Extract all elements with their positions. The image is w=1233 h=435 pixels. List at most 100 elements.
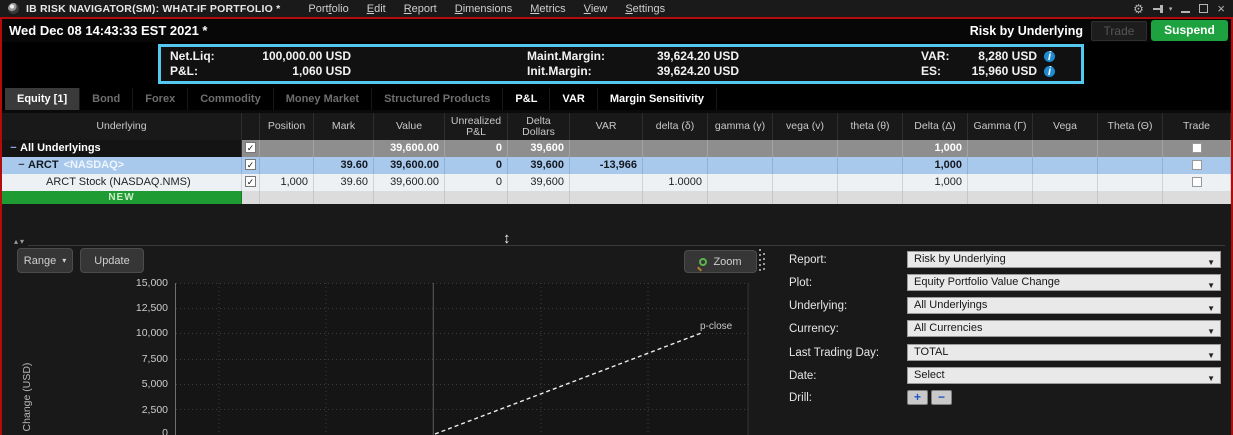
menu-edit[interactable]: Edit [367, 3, 386, 15]
trade-checkbox[interactable] [1191, 177, 1202, 187]
col-header-gamma-lc[interactable]: gamma (γ) [708, 113, 773, 140]
drill-expand-button[interactable]: + [907, 390, 928, 405]
app-window: IB RISK NAVIGATOR(SM): WHAT-IF PORTFOLIO… [0, 0, 1233, 435]
menu-metrics[interactable]: Metrics [530, 3, 565, 15]
netliq-label: Net.Liq: [170, 49, 215, 63]
menu-dimensions[interactable]: Dimensions [455, 3, 512, 15]
col-header-trade[interactable]: Trade [1163, 113, 1231, 140]
col-header-underlying[interactable]: Underlying [2, 113, 242, 140]
col-header-delta-uc[interactable]: Delta (Δ) [903, 113, 968, 140]
menu-portfolio[interactable]: Portfolio [308, 3, 348, 15]
col-header-var[interactable]: VAR [570, 113, 643, 140]
settings-gear-icon[interactable]: ⚙ [1133, 3, 1144, 15]
chevron-down-icon: ▼ [1207, 351, 1215, 360]
tab-pnl[interactable]: P&L [503, 88, 551, 110]
underlying-select[interactable]: All Underlyings ▼ [907, 297, 1221, 314]
y-tick: 0 [162, 427, 168, 435]
tab-structured-products[interactable]: Structured Products [372, 88, 504, 110]
pin-caret-icon[interactable]: ▾ [1169, 5, 1173, 13]
cell-unrealized-pl: 0 [445, 174, 508, 191]
new-row-button[interactable]: NEW [2, 191, 242, 205]
underlying-label: Underlying: [789, 300, 848, 312]
row-checkbox[interactable]: ✓ [245, 142, 256, 153]
es-value: 15,960 USD [971, 64, 1037, 78]
date-label: Date: [789, 370, 817, 382]
tab-bond[interactable]: Bond [80, 88, 134, 110]
col-header-unrealized-pl[interactable]: Unrealized P&L [445, 113, 508, 140]
table-row-arct-stock[interactable]: ARCT Stock (NASDAQ.NMS) ✓ 1,000 39.60 39… [2, 174, 1231, 191]
chevron-down-icon: ▼ [1207, 374, 1215, 383]
pl-line [434, 331, 704, 435]
date-select[interactable]: Select ▼ [907, 367, 1221, 384]
table-row-all-underlyings[interactable]: − All Underlyings ✓ 39,600.00 0 39,600 1,… [2, 140, 1231, 157]
chevron-down-icon: ▼ [1207, 304, 1215, 313]
pnl-label: P&L: [170, 64, 198, 78]
plot-label: Plot: [789, 277, 813, 289]
col-header-delta-lc[interactable]: delta (δ) [643, 113, 708, 140]
chevron-down-icon: ▼ [1207, 258, 1215, 267]
col-header-theta-uc[interactable]: Theta (Θ) [1098, 113, 1163, 140]
menu-view[interactable]: View [584, 3, 608, 15]
maint-margin-label: Maint.Margin: [527, 49, 605, 63]
suspend-button[interactable]: Suspend [1151, 20, 1228, 41]
pin-icon[interactable] [1152, 3, 1166, 15]
col-header-delta-dollars[interactable]: Delta Dollars [508, 113, 570, 140]
row-checkbox[interactable]: ✓ [245, 159, 256, 170]
cell-delta-dollars: 39,600 [508, 157, 570, 174]
row-checkbox[interactable]: ✓ [245, 176, 256, 187]
close-icon[interactable]: × [1217, 2, 1225, 15]
tab-forex[interactable]: Forex [133, 88, 189, 110]
pane-splitter[interactable] [28, 245, 1225, 246]
collapse-icon[interactable]: − [7, 140, 20, 157]
pnl-value: 1,060 USD [292, 64, 351, 78]
init-margin-label: Init.Margin: [527, 64, 592, 78]
tab-equity[interactable]: Equity [1] [5, 88, 81, 110]
menu-settings[interactable]: Settings [625, 3, 665, 15]
col-header-position[interactable]: Position [260, 113, 314, 140]
drill-collapse-button[interactable]: − [931, 390, 952, 405]
pnl-chart-plot[interactable] [175, 283, 749, 435]
collapse-icon[interactable]: − [15, 157, 28, 174]
trade-checkbox[interactable] [1191, 160, 1202, 170]
cell-value: 39,600.00 [374, 157, 445, 174]
asset-class-tabs: Equity [1] Bond Forex Commodity Money Ma… [2, 86, 1231, 110]
plot-select[interactable]: Equity Portfolio Value Change ▼ [907, 274, 1221, 291]
maximize-icon[interactable] [1199, 4, 1209, 13]
pane-divider-handle[interactable] [763, 253, 765, 271]
main-content: Wed Dec 08 14:43:33 EST 2021 * Risk by U… [0, 17, 1233, 435]
tab-commodity[interactable]: Commodity [188, 88, 274, 110]
table-row-arct[interactable]: − ARCT <NASDAQ> ✓ 39.60 39,600.00 0 39,600… [2, 157, 1231, 174]
table-row-new[interactable]: NEW [2, 191, 1231, 205]
tab-money-market[interactable]: Money Market [274, 88, 373, 110]
es-info-icon[interactable]: i [1044, 65, 1055, 77]
col-header-gamma-uc[interactable]: Gamma (Γ) [968, 113, 1033, 140]
cell-unrealized-pl: 0 [445, 140, 508, 157]
var-value: 8,280 USD [978, 49, 1037, 63]
tab-margin-sensitivity[interactable]: Margin Sensitivity [598, 88, 717, 110]
pane-divider-handle[interactable] [759, 249, 761, 271]
menu-bar: Portfolio Edit Report Dimensions Metrics… [308, 3, 665, 15]
col-header-vega-uc[interactable]: Vega [1033, 113, 1098, 140]
splitter-collapse-icon[interactable]: ▴▾ [14, 237, 26, 246]
last-trading-day-select[interactable]: TOTAL ▼ [907, 344, 1221, 361]
trade-checkbox[interactable] [1191, 143, 1202, 153]
cell-unrealized-pl: 0 [445, 157, 508, 174]
update-button[interactable]: Update [80, 248, 144, 273]
last-trading-day-label: Last Trading Day: [789, 347, 880, 359]
tab-var[interactable]: VAR [550, 88, 598, 110]
zoom-button[interactable]: Zoom [684, 250, 757, 273]
report-select[interactable]: Risk by Underlying ▼ [907, 251, 1221, 268]
menu-report[interactable]: Report [404, 3, 437, 15]
cell-delta: 1.0000 [643, 174, 708, 191]
currency-select[interactable]: All Currencies ▼ [907, 320, 1221, 337]
col-header-value[interactable]: Value [374, 113, 445, 140]
minimize-icon[interactable] [1181, 11, 1191, 13]
col-header-theta-lc[interactable]: theta (θ) [838, 113, 903, 140]
pclose-label: p-close [700, 321, 733, 332]
trade-button[interactable]: Trade [1091, 21, 1147, 41]
col-header-mark[interactable]: Mark [314, 113, 374, 140]
col-header-vega-lc[interactable]: vega (v) [773, 113, 838, 140]
range-button[interactable]: Range ▾ [17, 248, 73, 273]
var-info-icon[interactable]: i [1044, 50, 1055, 62]
cell-value: 39,600.00 [374, 140, 445, 157]
